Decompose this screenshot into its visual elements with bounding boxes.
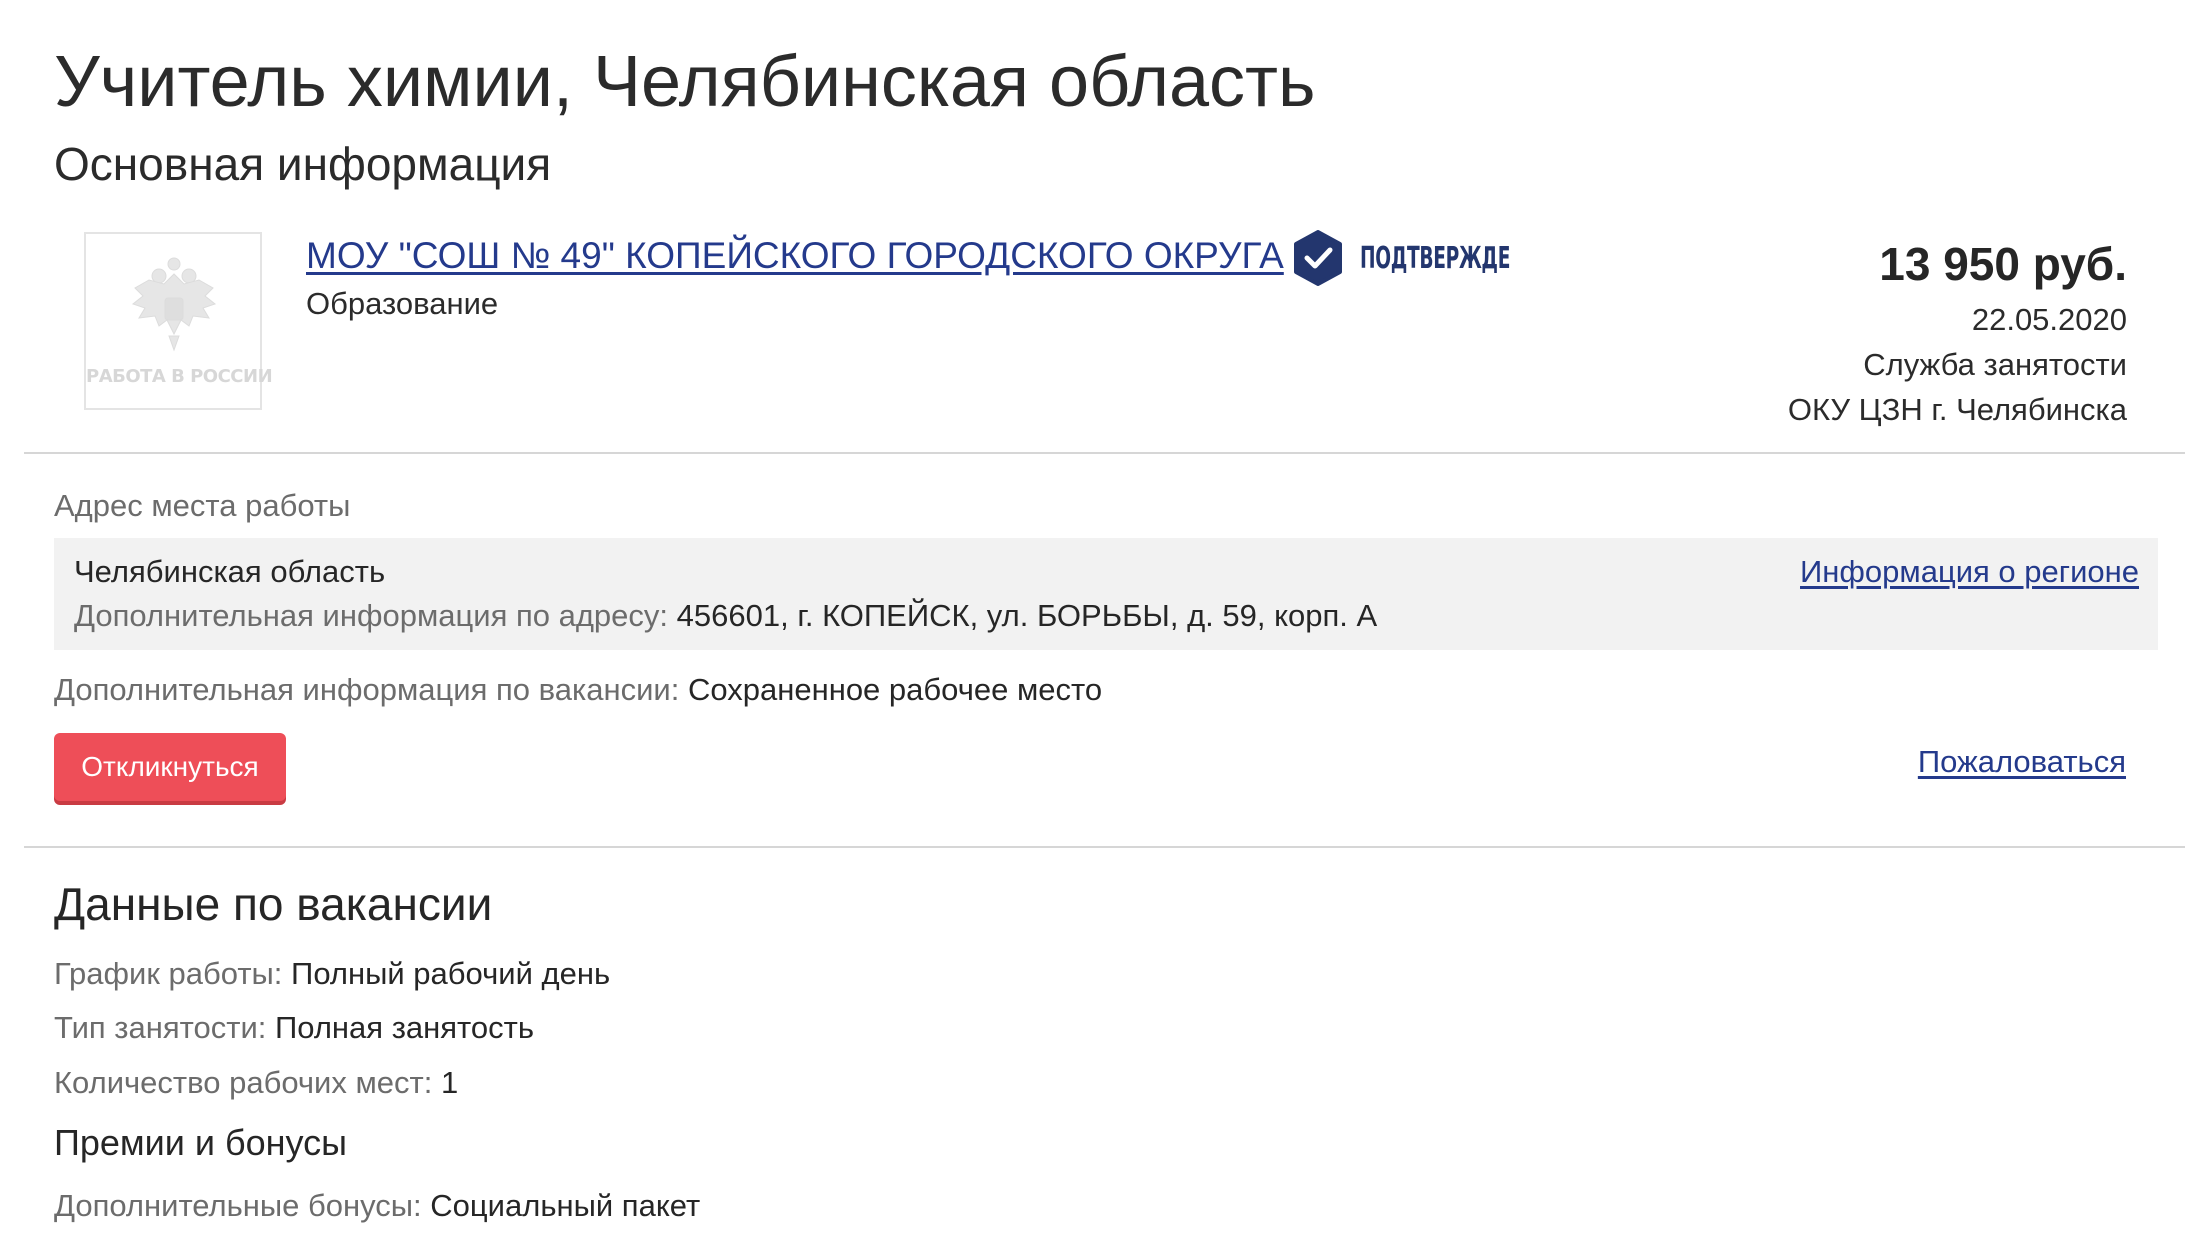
row-value: 1: [440, 1065, 459, 1100]
vacancy-source: Служба занятости: [1863, 347, 2127, 382]
section-title-main-info: Основная информация: [54, 138, 552, 190]
vacancy-source-office: ОКУ ЦЗН г. Челябинска: [1787, 392, 2127, 427]
respond-button[interactable]: Откликнуться: [54, 733, 286, 801]
complain-link[interactable]: Пожаловаться: [1918, 742, 2126, 782]
vacancy-data-title: Данные по вакансии: [54, 878, 493, 930]
row-value: Полная занятость: [275, 1010, 534, 1045]
divider: [24, 846, 2185, 848]
vacancy-data-row-schedule: График работы: Полный рабочий день: [54, 954, 610, 994]
employer-name-link[interactable]: МОУ "СОШ № 49" КОПЕЙСКОГО ГОРОДСКОГО ОКР…: [306, 232, 1284, 280]
address-label: Адрес места работы: [54, 488, 351, 523]
bonuses-row: Дополнительные бонусы: Социальный пакет: [54, 1186, 700, 1226]
row-value: Полный рабочий день: [291, 956, 611, 991]
bonuses-value: Социальный пакет: [430, 1188, 701, 1223]
region-info-link[interactable]: Информация о регионе: [1800, 552, 2139, 592]
address-region: Челябинская область: [74, 554, 386, 589]
bonuses-label: Дополнительные бонусы:: [54, 1188, 422, 1223]
row-label: Тип занятости:: [54, 1010, 267, 1045]
employer-industry: Образование: [306, 286, 499, 321]
publish-date: 22.05.2020: [1971, 302, 2127, 337]
vacancy-extra-value: Сохраненное рабочее место: [687, 672, 1103, 707]
employer-logo: РАБОТА В РОССИИ: [84, 232, 273, 410]
vacancy-extra-info: Дополнительная информация по вакансии: С…: [54, 670, 1102, 710]
row-label: График работы:: [54, 956, 283, 991]
vacancy-data-row-employment: Тип занятости: Полная занятость: [54, 1008, 534, 1048]
bonuses-title: Премии и бонусы: [54, 1122, 347, 1163]
vacancy-extra-label: Дополнительная информация по вакансии:: [54, 672, 680, 707]
logo-text: РАБОТА В РОССИИ: [86, 366, 273, 387]
verified-badge-label: ПОДТВЕРЖДЕ: [1360, 241, 1511, 276]
salary: 13 950 руб.: [1879, 238, 2127, 290]
address-extra-label: Дополнительная информация по адресу:: [74, 598, 669, 633]
page-title: Учитель химии, Челябинская область: [54, 42, 1316, 122]
coat-of-arms-icon: [131, 257, 217, 352]
row-label: Количество рабочих мест:: [54, 1065, 433, 1100]
vacancy-data-row-positions: Количество рабочих мест: 1: [54, 1063, 458, 1103]
address-extra-value: 456601, г. КОПЕЙСК, ул. БОРЬБЫ, д. 59, к…: [676, 598, 1378, 633]
verified-check-icon: [1294, 230, 1342, 286]
divider: [24, 452, 2185, 454]
address-extra: Дополнительная информация по адресу: 456…: [74, 596, 1377, 636]
